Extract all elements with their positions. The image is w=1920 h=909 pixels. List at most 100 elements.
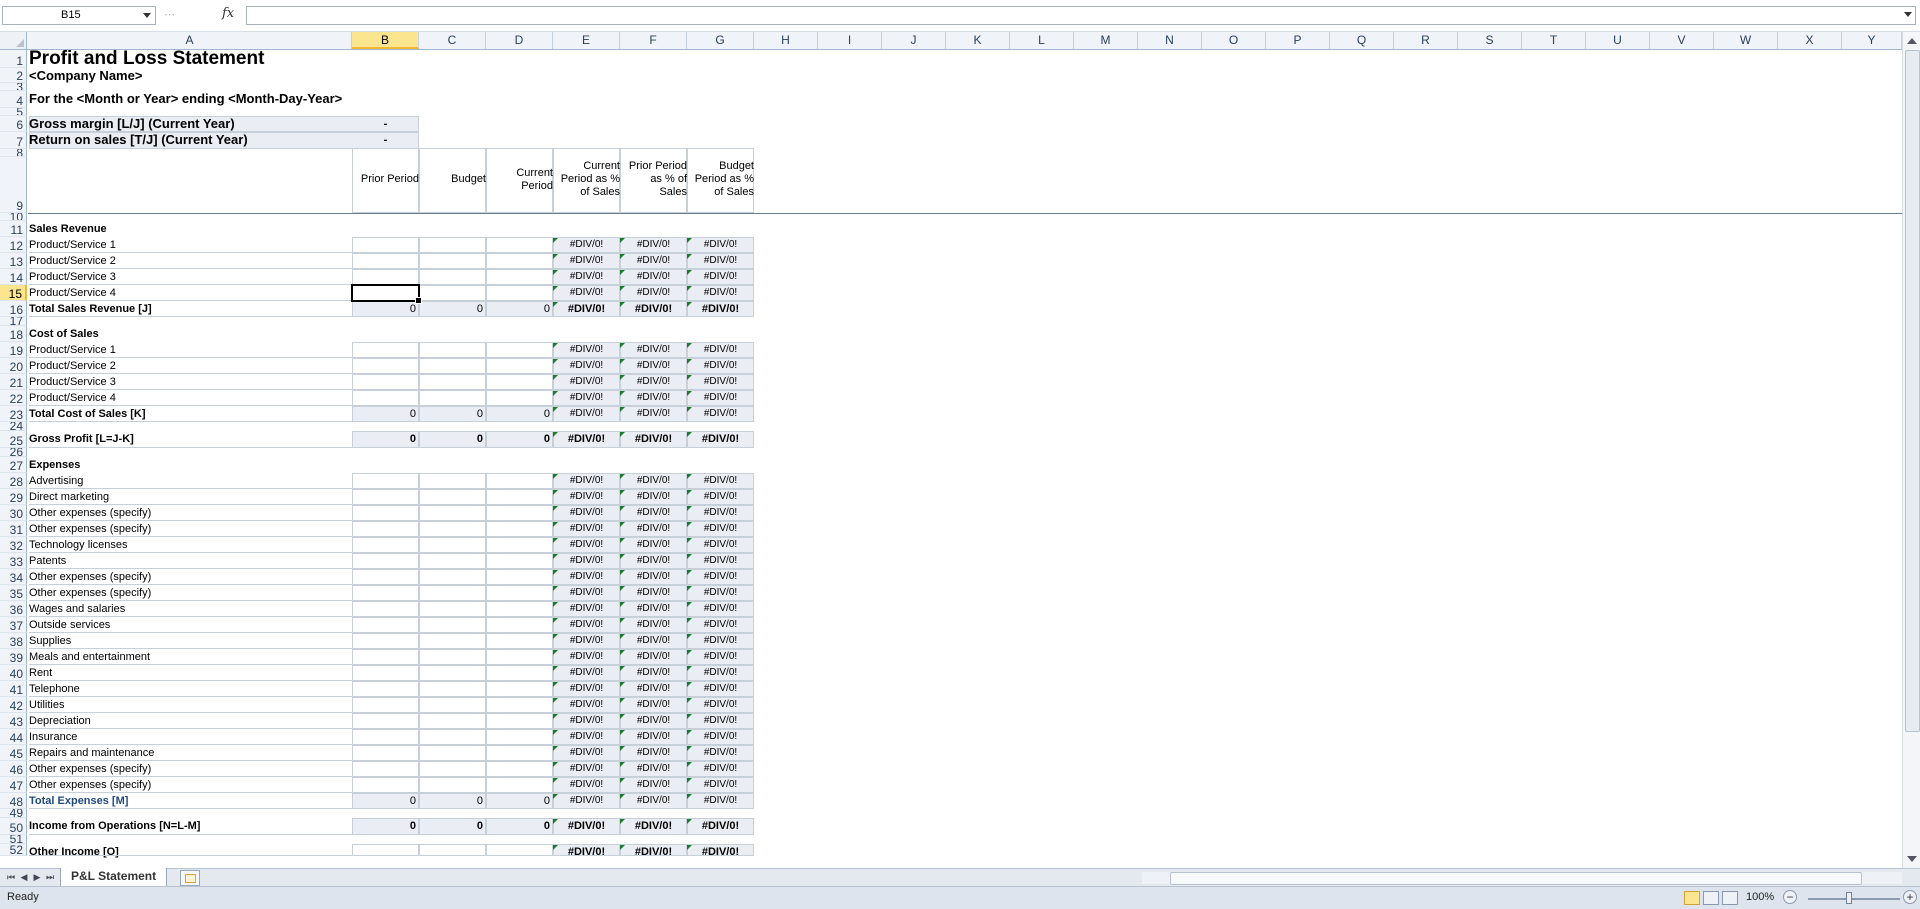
first-sheet-icon[interactable]: ⏮ bbox=[6, 872, 16, 882]
value-cell[interactable] bbox=[486, 374, 553, 390]
value-cell[interactable] bbox=[419, 665, 486, 681]
row-header-29[interactable]: 29 bbox=[0, 489, 27, 505]
value-cell[interactable] bbox=[352, 253, 419, 269]
value-cell[interactable] bbox=[486, 342, 553, 358]
value-cell[interactable] bbox=[352, 237, 419, 253]
row-header-40[interactable]: 40 bbox=[0, 665, 27, 681]
row-header-43[interactable]: 43 bbox=[0, 713, 27, 729]
value-cell[interactable] bbox=[352, 729, 419, 745]
value-cell[interactable] bbox=[486, 761, 553, 777]
row-header-27[interactable]: 27 bbox=[0, 457, 27, 473]
column-header-b[interactable]: B bbox=[352, 32, 419, 49]
row-header-21[interactable]: 21 bbox=[0, 374, 27, 390]
column-header-t[interactable]: T bbox=[1522, 32, 1586, 49]
value-cell[interactable] bbox=[419, 285, 486, 301]
row-header-20[interactable]: 20 bbox=[0, 358, 27, 374]
expand-formula-icon[interactable] bbox=[1904, 12, 1912, 17]
column-header-c[interactable]: C bbox=[419, 32, 486, 49]
column-header-m[interactable]: M bbox=[1074, 32, 1138, 49]
row-header-38[interactable]: 38 bbox=[0, 633, 27, 649]
value-cell[interactable] bbox=[352, 489, 419, 505]
row-header-4[interactable]: 4 bbox=[0, 91, 27, 108]
value-cell[interactable] bbox=[419, 505, 486, 521]
value-cell[interactable] bbox=[419, 617, 486, 633]
row-header-3[interactable]: 3 bbox=[0, 83, 27, 91]
value-cell[interactable] bbox=[352, 569, 419, 585]
row-header-19[interactable]: 19 bbox=[0, 342, 27, 358]
value-cell[interactable] bbox=[419, 844, 486, 856]
row-header-51[interactable]: 51 bbox=[0, 835, 27, 844]
value-cell[interactable] bbox=[352, 390, 419, 406]
row-header-35[interactable]: 35 bbox=[0, 585, 27, 601]
value-cell[interactable] bbox=[419, 473, 486, 489]
value-cell[interactable] bbox=[486, 713, 553, 729]
column-header-j[interactable]: J bbox=[882, 32, 946, 49]
value-cell[interactable] bbox=[352, 505, 419, 521]
column-header-i[interactable]: I bbox=[818, 32, 882, 49]
selected-cell-b15[interactable] bbox=[351, 284, 422, 304]
horizontal-scrollbar[interactable] bbox=[1142, 870, 1902, 885]
prev-sheet-icon[interactable]: ◀ bbox=[19, 872, 29, 882]
column-header-p[interactable]: P bbox=[1266, 32, 1330, 49]
column-header-u[interactable]: U bbox=[1586, 32, 1650, 49]
formula-input[interactable] bbox=[246, 6, 1916, 25]
value-cell[interactable] bbox=[352, 585, 419, 601]
column-header-x[interactable]: X bbox=[1778, 32, 1842, 49]
value-cell[interactable] bbox=[486, 585, 553, 601]
value-cell[interactable] bbox=[486, 537, 553, 553]
row-header-28[interactable]: 28 bbox=[0, 473, 27, 489]
zoom-slider[interactable] bbox=[1808, 898, 1900, 900]
value-cell[interactable] bbox=[486, 269, 553, 285]
scroll-thumb[interactable] bbox=[1905, 50, 1920, 732]
row-header-1[interactable]: 1 bbox=[0, 50, 27, 68]
row-header-46[interactable]: 46 bbox=[0, 761, 27, 777]
column-header-a[interactable]: A bbox=[28, 32, 352, 49]
value-cell[interactable] bbox=[352, 777, 419, 793]
value-cell[interactable] bbox=[352, 374, 419, 390]
value-cell[interactable] bbox=[419, 537, 486, 553]
row-header-18[interactable]: 18 bbox=[0, 326, 27, 342]
column-header-s[interactable]: S bbox=[1458, 32, 1522, 49]
value-cell[interactable] bbox=[486, 390, 553, 406]
value-cell[interactable] bbox=[419, 697, 486, 713]
value-cell[interactable] bbox=[419, 553, 486, 569]
column-header-q[interactable]: Q bbox=[1330, 32, 1394, 49]
value-cell[interactable] bbox=[419, 713, 486, 729]
column-header-f[interactable]: F bbox=[620, 32, 687, 49]
value-cell[interactable] bbox=[419, 777, 486, 793]
column-header-k[interactable]: K bbox=[946, 32, 1010, 49]
zoom-out-icon[interactable]: − bbox=[1783, 890, 1797, 904]
row-header-7[interactable]: 7 bbox=[0, 132, 27, 149]
value-cell[interactable] bbox=[486, 253, 553, 269]
value-cell[interactable] bbox=[352, 553, 419, 569]
value-cell[interactable] bbox=[352, 537, 419, 553]
value-cell[interactable] bbox=[419, 374, 486, 390]
column-header-h[interactable]: H bbox=[754, 32, 818, 49]
value-cell[interactable] bbox=[419, 269, 486, 285]
value-cell[interactable] bbox=[486, 473, 553, 489]
column-header-d[interactable]: D bbox=[486, 32, 553, 49]
zoom-slider-thumb[interactable] bbox=[1846, 892, 1852, 904]
value-cell[interactable] bbox=[486, 569, 553, 585]
select-all-button[interactable] bbox=[0, 32, 27, 49]
row-header-25[interactable]: 25 bbox=[0, 431, 27, 448]
column-header-l[interactable]: L bbox=[1010, 32, 1074, 49]
row-header-42[interactable]: 42 bbox=[0, 697, 27, 713]
row-header-15[interactable]: 15 bbox=[0, 285, 27, 301]
normal-view-icon[interactable] bbox=[1684, 891, 1700, 905]
zoom-level[interactable]: 100% bbox=[1746, 891, 1774, 903]
row-header-24[interactable]: 24 bbox=[0, 422, 27, 431]
row-header-23[interactable]: 23 bbox=[0, 406, 27, 422]
last-sheet-icon[interactable]: ⏭ bbox=[45, 872, 55, 882]
value-cell[interactable] bbox=[419, 681, 486, 697]
row-header-8[interactable]: 8 bbox=[0, 149, 27, 157]
row-header-14[interactable]: 14 bbox=[0, 269, 27, 285]
vertical-scrollbar[interactable] bbox=[1902, 32, 1920, 868]
scroll-down-icon[interactable] bbox=[1907, 856, 1917, 862]
value-cell[interactable] bbox=[486, 601, 553, 617]
scroll-up-icon[interactable] bbox=[1907, 38, 1917, 44]
row-header-11[interactable]: 11 bbox=[0, 221, 27, 237]
fill-handle[interactable] bbox=[415, 297, 422, 304]
page-break-preview-icon[interactable] bbox=[1722, 891, 1738, 905]
row-header-34[interactable]: 34 bbox=[0, 569, 27, 585]
